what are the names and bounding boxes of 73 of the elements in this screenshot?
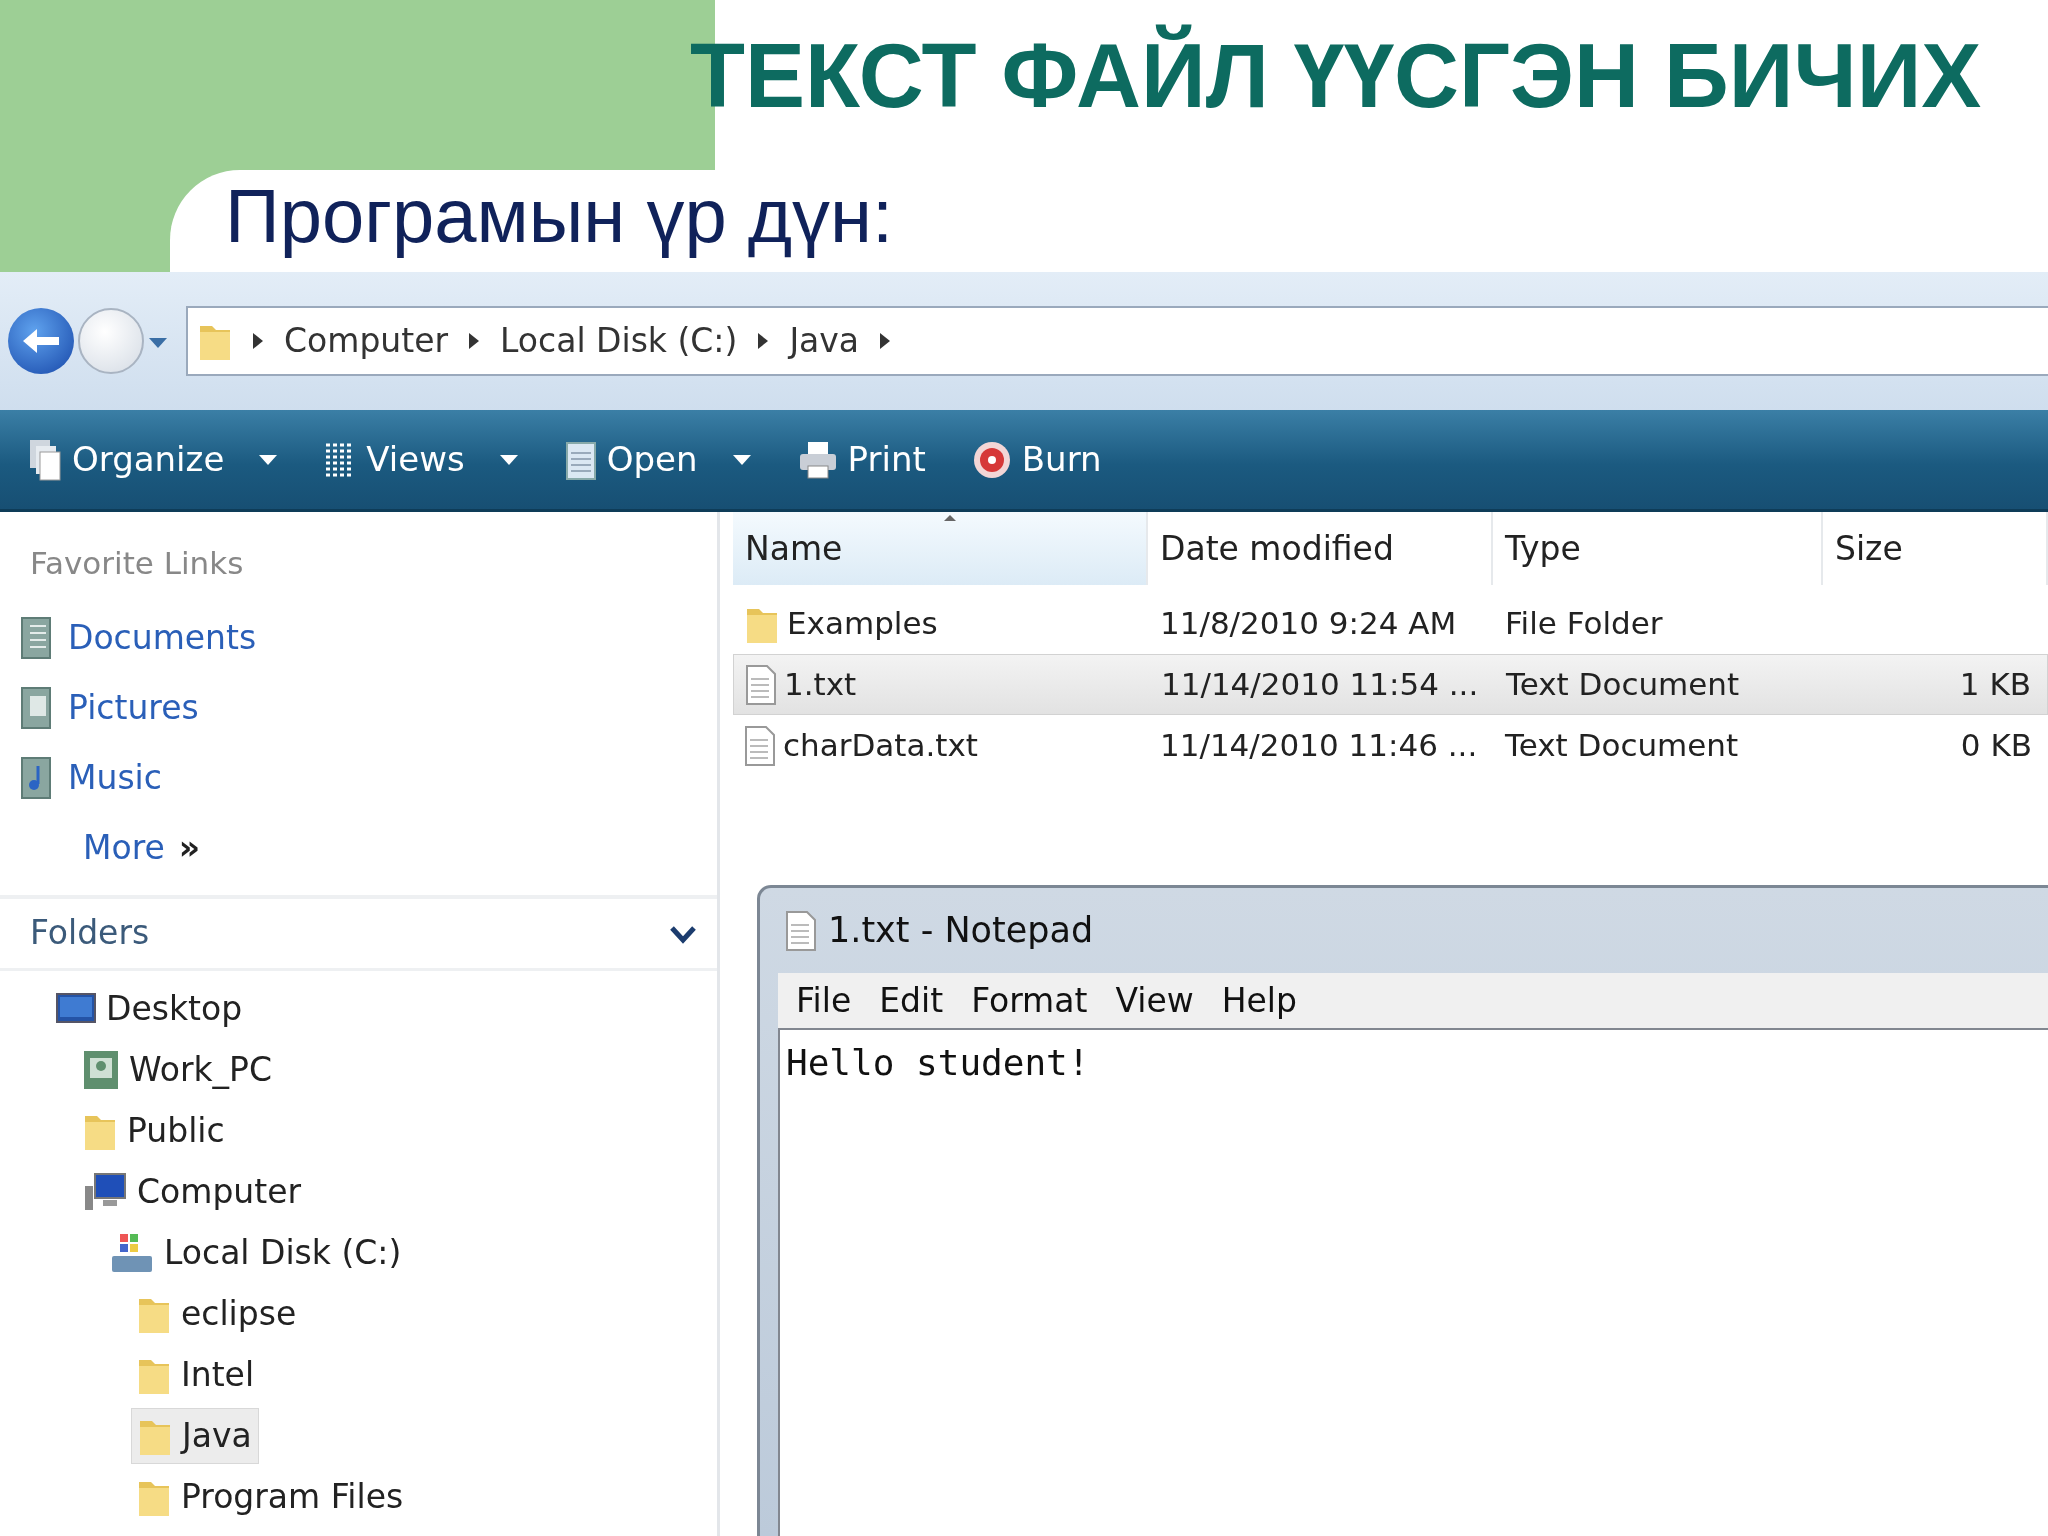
file-type: Text Document: [1505, 726, 1739, 766]
chevron-down-icon: [669, 924, 697, 945]
file-row[interactable]: charData.txt 11/14/2010 11:46 ... Text Document 0 KB: [733, 715, 2048, 776]
tree-item[interactable]: Public: [77, 1103, 231, 1159]
tree-item[interactable]: Java: [131, 1408, 259, 1464]
chevron-icon: [757, 332, 770, 350]
toolbar-button[interactable]: Views: [318, 428, 525, 491]
text-file-icon: [786, 910, 816, 951]
pages-icon: [28, 437, 62, 482]
picture-icon: [20, 685, 54, 730]
breadcrumb-item[interactable]: Local Disk (C:): [500, 316, 738, 366]
column-header[interactable]: Size: [1823, 512, 2048, 585]
tree-item[interactable]: Work_PC: [77, 1042, 278, 1098]
back-arrow-icon: [21, 326, 61, 356]
tree-item[interactable]: Computer: [77, 1164, 308, 1220]
more-link[interactable]: More »: [0, 812, 221, 883]
network-computer-icon: [83, 1050, 119, 1090]
column-header[interactable]: Date modified: [1148, 512, 1493, 585]
breadcrumb-item[interactable]: Computer: [284, 316, 449, 366]
menu-item[interactable]: View: [1107, 975, 1202, 1026]
chevron-icon: [879, 332, 892, 350]
file-row[interactable]: 1.txt 11/14/2010 11:54 ... Text Document 1 KB: [733, 654, 2048, 715]
column-header[interactable]: Name: [733, 512, 1148, 585]
caret-icon: [258, 453, 279, 466]
music-icon: [20, 755, 54, 800]
caret-icon: [498, 453, 519, 466]
file-row[interactable]: Examples 11/8/2010 9:24 AM File Folder: [733, 593, 2048, 654]
section-heading: Folders: [30, 912, 150, 955]
column-header[interactable]: Type: [1493, 512, 1823, 585]
menu-item[interactable]: File: [788, 975, 860, 1026]
toolbar-button[interactable]: Print: [791, 428, 932, 491]
text-file-icon: [746, 664, 776, 705]
disc-icon: [971, 439, 1012, 480]
file-name: charData.txt: [783, 726, 978, 766]
printer-icon: [797, 439, 838, 480]
favorite-link[interactable]: Documents: [0, 602, 277, 673]
favorite-link[interactable]: Music: [0, 742, 182, 813]
tree-item[interactable]: Desktop: [50, 981, 249, 1037]
file-name: Examples: [787, 604, 938, 644]
address-bar[interactable]: Computer Local Disk (C:) Java: [186, 306, 2048, 376]
computer-icon: [83, 1172, 127, 1212]
file-size: 0 KB: [1960, 726, 2032, 766]
file-size: 1 KB: [1959, 665, 2031, 705]
document-icon: [20, 615, 54, 660]
tree-item[interactable]: Intel: [131, 1347, 261, 1403]
file-type: Text Document: [1506, 665, 1740, 705]
breadcrumb-item[interactable]: Java: [789, 316, 860, 366]
caret-icon: [731, 453, 752, 466]
menu-item[interactable]: Edit: [871, 975, 952, 1026]
toolbar-button[interactable]: Open: [558, 428, 758, 491]
tree-item[interactable]: eclipse: [131, 1286, 303, 1342]
tree-item[interactable]: Local Disk (C:): [104, 1225, 408, 1281]
window-title: 1.txt - Notepad: [828, 909, 1094, 953]
toolbar-button[interactable]: Burn: [965, 428, 1108, 491]
caret-icon: [148, 336, 168, 349]
file-date: 11/8/2010 9:24 AM: [1160, 604, 1457, 644]
file-date: 11/14/2010 11:46 ...: [1160, 726, 1478, 766]
file-date: 11/14/2010 11:54 ...: [1161, 665, 1479, 705]
text-content: Hello student!: [786, 1042, 1090, 1083]
toolbar-button[interactable]: Organize: [22, 428, 285, 491]
drive-icon: [110, 1232, 154, 1274]
sort-arrow-icon: [943, 514, 957, 522]
menu-item[interactable]: Help: [1213, 975, 1305, 1026]
file-name: 1.txt: [784, 665, 857, 705]
text-file-icon: [745, 725, 775, 766]
tree-item[interactable]: Program Files: [131, 1469, 410, 1525]
chevron-icon: [468, 332, 481, 350]
slide-title: ТЕКСТ ФАЙЛ ҮҮСГЭН БИЧИХ: [690, 23, 1982, 128]
file-type: File Folder: [1505, 604, 1663, 644]
section-heading: Favorite Links: [29, 544, 245, 583]
menu-item[interactable]: Format: [963, 975, 1096, 1026]
chevron-icon: [252, 332, 264, 350]
favorite-link[interactable]: Pictures: [0, 672, 219, 743]
